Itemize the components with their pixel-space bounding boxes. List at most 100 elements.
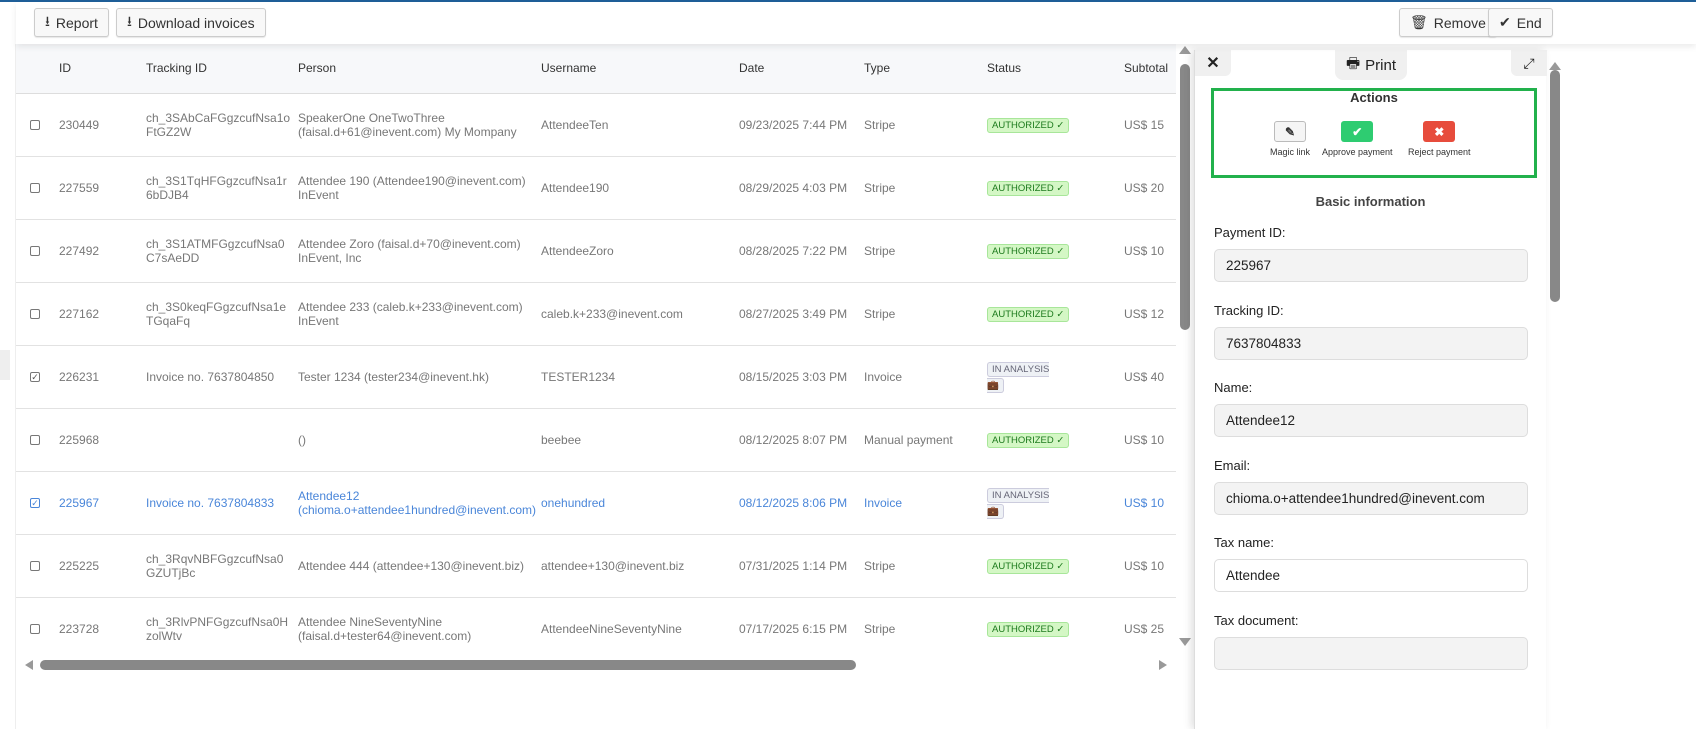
subtotal-cell: US$ 10 [1124,433,1165,447]
download-icon: ⭳ [127,12,132,29]
end-button[interactable]: ✔ End [1488,8,1553,37]
field-input[interactable]: Attendee [1214,559,1528,592]
report-button[interactable]: ⭳ Report [34,8,109,37]
tracking-cell: ch_3S1TqHFGgzcufNsa1r6bDJB4 [146,174,287,202]
table-row[interactable]: 223728 ch_3RlvPNFGgzcufNsa0HzolWtv Attende… [16,598,1176,656]
table-row[interactable]: 225225 ch_3RqvNBFGgzcufNsa0GZUTjBc Attende… [16,535,1176,598]
status-badge: AUTHORIZED ✓ [987,118,1070,133]
panel-scroll-up[interactable] [1549,56,1561,70]
field-input[interactable]: chioma.o+attendee1hundred@inevent.com [1214,481,1528,515]
person-cell: Attendee 190 (Attendee190@inevent.com) I… [298,174,526,202]
row-checkbox[interactable] [30,246,40,256]
status-badge: IN ANALYSIS 💼 [987,488,1050,519]
scroll-right-arrow[interactable] [1159,660,1172,670]
col-status[interactable]: Status [987,61,1021,75]
col-tracking-id[interactable]: Tracking ID [146,61,207,75]
scroll-left-arrow[interactable] [20,660,33,670]
field-input[interactable] [1214,636,1528,670]
tracking-cell: ch_3S0keqFGgzcufNsa1eTGqaFq [146,300,287,328]
field-label: Email: [1214,457,1251,473]
status-badge: AUTHORIZED ✓ [987,244,1070,259]
row-checkbox[interactable] [30,435,40,445]
table-row[interactable]: 225968 () beebee 08/12/2025 8:07 PM Manual p… [16,409,1176,472]
close-button[interactable]: ✕ [1195,50,1231,76]
sidebar-handle[interactable] [0,350,10,380]
x-icon: ✖ [1423,121,1456,142]
username-cell: AttendeeNineSeventyNine [541,622,682,636]
row-checkbox[interactable] [30,309,40,319]
status-badge: IN ANALYSIS 💼 [987,362,1050,393]
type-cell: Stripe [864,622,896,636]
id-cell: 230449 [59,118,100,132]
row-checkbox[interactable] [30,120,40,130]
tracking-cell: ch_3RlvPNFGgzcufNsa0HzolWtv [146,615,289,643]
row-checkbox[interactable]: ✓ [30,498,40,508]
row-checkbox[interactable] [30,561,40,571]
magic-wand-icon: ✎ [1274,121,1306,142]
table-row[interactable]: 227559 ch_3S1TqHFGgzcufNsa1r6bDJB4 Attende… [16,157,1176,220]
printer-icon: 🖶 [1345,54,1361,72]
col-type[interactable]: Type [864,61,890,75]
id-cell: 225968 [59,433,100,447]
tracking-cell: ch_3RqvNBFGgzcufNsa0GZUTjBc [146,552,284,580]
table-horizontal-scrollbar[interactable] [16,656,1176,674]
date-cell: 08/27/2025 3:49 PM [739,307,848,321]
table-row[interactable]: ✓ 225967 Invoice no. 7637804833 Attendee12 … [16,472,1176,535]
col-subtotal[interactable]: Subtotal [1124,61,1168,75]
subtotal-cell: US$ 20 [1124,181,1165,195]
remove-button[interactable]: 🗑 Remove [1399,8,1497,37]
approve-payment-button[interactable]: ✔ Approve payment [1322,121,1393,157]
type-cell: Stripe [864,181,896,195]
reject-payment-button[interactable]: ✖ Reject payment [1408,121,1471,157]
col-date[interactable]: Date [739,61,764,75]
col-person[interactable]: Person [298,61,336,75]
h-scroll-thumb[interactable] [40,660,856,670]
field-input[interactable]: Attendee12 [1214,404,1528,437]
print-button[interactable]: 🖶 Print [1335,50,1407,80]
row-checkbox[interactable]: ✓ [30,372,40,382]
trash-icon: 🗑 [1410,14,1428,30]
table-vertical-scrollbar[interactable] [1178,44,1192,656]
magic-link-button[interactable]: ✎ Magic link [1270,121,1310,157]
date-cell: 08/15/2025 3:03 PM [739,370,848,384]
id-cell: 223728 [59,622,100,636]
approve-label: Approve payment [1322,147,1393,157]
col-username[interactable]: Username [541,61,596,75]
field-label: Tax document: [1214,612,1299,628]
table-header: ID Tracking ID Person Username Date Type… [16,44,1176,94]
table-row[interactable]: 227492 ch_3S1ATMFGgzcufNsa0C7sAeDD Attende… [16,220,1176,283]
field-label: Name: [1214,380,1253,395]
row-checkbox[interactable] [30,183,40,193]
download-label: Download invoices [137,14,255,31]
person-cell: () [298,433,306,447]
col-id[interactable]: ID [59,61,71,75]
person-cell: Attendee12 (chioma.o+attendee1hundred@in… [298,489,536,517]
field-input[interactable]: 7637804833 [1214,326,1528,360]
panel-scrollbar[interactable] [1548,50,1562,674]
status-badge: AUTHORIZED ✓ [987,181,1070,196]
payments-table: ID Tracking ID Person Username Date Type… [16,44,1176,656]
subtotal-cell: US$ 10 [1124,496,1165,510]
row-checkbox[interactable] [30,624,40,634]
date-cell: 09/23/2025 7:44 PM [739,118,848,132]
username-cell: Attendee190 [541,181,610,195]
table-row[interactable]: 230449 ch_3SAbCaFGgzcufNsa1oFtGZ2W Speaker… [16,94,1176,157]
scroll-down-arrow[interactable] [1179,638,1191,652]
date-cell: 08/12/2025 8:06 PM [739,496,848,510]
table-row[interactable]: 227162 ch_3S0keqFGgzcufNsa1eTGqaFq Attende… [16,283,1176,346]
field-input[interactable]: 225967 [1214,249,1528,282]
expand-button[interactable]: ⤢ [1511,50,1547,76]
download-icon: ⭳ [45,12,50,29]
field-label: Tracking ID: [1214,302,1284,318]
type-cell: Invoice [864,370,903,384]
download-invoices-button[interactable]: ⭳ Download invoices [116,8,266,37]
table-row[interactable]: ✓ 226231 Invoice no. 7637804850 Tester 1234… [16,346,1176,409]
subtotal-cell: US$ 10 [1124,559,1165,573]
id-cell: 227492 [59,244,100,258]
panel-scroll-thumb[interactable] [1550,70,1560,302]
person-cell: SpeakerOne OneTwoThree (faisal.d+61@inev… [298,111,517,139]
scroll-thumb[interactable] [1180,64,1190,330]
tracking-cell: ch_3SAbCaFGgzcufNsa1oFtGZ2W [146,111,291,139]
subtotal-cell: US$ 15 [1124,118,1165,132]
field-label: Tax name: [1214,535,1274,550]
